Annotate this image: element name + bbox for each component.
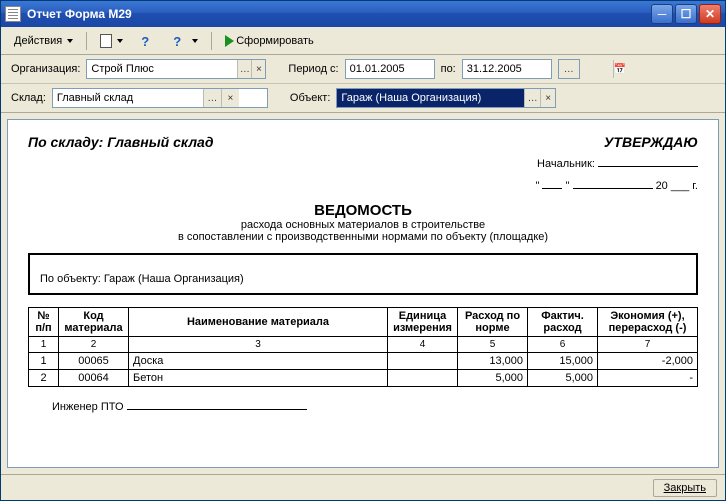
app-icon	[5, 6, 21, 22]
period-from-field[interactable]: 📅	[345, 59, 435, 79]
cell-name: Бетон	[129, 370, 388, 387]
org-clear-button[interactable]: ×	[251, 60, 265, 78]
table-row: 2 00064 Бетон 5,000 5,000 -	[29, 370, 698, 387]
signature-line	[598, 166, 698, 167]
cell-unit	[388, 353, 458, 370]
org-select-button[interactable]: …	[237, 60, 251, 78]
period-to-input[interactable]	[463, 60, 613, 78]
more-help-button[interactable]: ?	[166, 31, 205, 51]
report-title: ВЕДОМОСТЬ	[28, 202, 698, 219]
cell-econ: -	[598, 370, 698, 387]
org-label: Организация:	[11, 63, 80, 75]
date-month-line	[573, 188, 653, 189]
report-subtitle-1: расхода основных материалов в строительс…	[28, 219, 698, 231]
col-econ: Экономия (+), перерасход (-)	[598, 308, 698, 337]
cell-unit	[388, 370, 458, 387]
idx-2: 2	[59, 337, 129, 353]
idx-6: 6	[528, 337, 598, 353]
period-to-field[interactable]: 📅	[462, 59, 552, 79]
cell-name: Доска	[129, 353, 388, 370]
cell-code: 00064	[59, 370, 129, 387]
run-label: Сформировать	[236, 35, 314, 47]
warehouse-field[interactable]: … ×	[52, 88, 268, 108]
col-unit: Единица измерения	[388, 308, 458, 337]
cell-n: 2	[29, 370, 59, 387]
maximize-button[interactable]: ☐	[675, 4, 697, 24]
cell-norm: 13,000	[458, 353, 528, 370]
org-input[interactable]	[87, 60, 237, 78]
idx-3: 3	[129, 337, 388, 353]
warehouse-label: Склад:	[11, 92, 46, 104]
period-extra-button[interactable]: …	[558, 59, 580, 79]
date-day-line	[542, 188, 562, 189]
calendar-to-button[interactable]: 📅	[613, 60, 626, 78]
org-field[interactable]: … ×	[86, 59, 266, 79]
ellipsis-icon[interactable]: …	[559, 60, 579, 78]
toolbar: Действия ? ? Сформировать	[1, 27, 725, 55]
report-subtitle-2: в сопоставлении с производственными норм…	[28, 231, 698, 243]
object-input[interactable]	[337, 89, 524, 107]
date-quote-open: "	[536, 180, 540, 192]
object-box-text: По объекту: Гараж (Наша Организация)	[40, 273, 244, 285]
by-warehouse-text: По складу: Главный склад	[28, 134, 213, 192]
cell-norm: 5,000	[458, 370, 528, 387]
cell-fact: 15,000	[528, 353, 598, 370]
object-label: Объект:	[290, 92, 331, 104]
actions-menu[interactable]: Действия	[7, 32, 80, 50]
settings-button[interactable]	[93, 31, 130, 51]
close-button[interactable]: Закрыть	[653, 479, 717, 497]
close-label: Закрыть	[664, 482, 706, 494]
report-area: По складу: Главный склад УТВЕРЖДАЮ Начал…	[7, 119, 719, 468]
chevron-down-icon	[192, 39, 198, 43]
run-button[interactable]: Сформировать	[218, 32, 321, 50]
object-select-button[interactable]: …	[524, 89, 539, 107]
approve-label: УТВЕРЖДАЮ	[536, 134, 699, 150]
idx-4: 4	[388, 337, 458, 353]
help-button[interactable]: ?	[134, 31, 162, 51]
filter-row-1: Организация: … × Период с: 📅 по: 📅 …	[1, 55, 725, 84]
play-icon	[225, 35, 234, 47]
object-field[interactable]: … ×	[336, 88, 556, 108]
date-year-tail: 20 ___ г.	[656, 180, 698, 192]
engineer-label: Инженер ПТО	[52, 401, 124, 413]
window-title: Отчет Форма М29	[27, 7, 132, 21]
object-box: По объекту: Гараж (Наша Организация)	[28, 253, 698, 295]
page-icon	[100, 34, 112, 48]
titlebar: Отчет Форма М29 ─ ☐ ✕	[1, 1, 725, 27]
object-clear-button[interactable]: ×	[540, 89, 555, 107]
col-fact: Фактич. расход	[528, 308, 598, 337]
warehouse-input[interactable]	[53, 89, 203, 107]
col-code: Код материала	[59, 308, 129, 337]
warehouse-select-button[interactable]: …	[203, 89, 221, 107]
separator	[211, 32, 212, 50]
period-label: Период с:	[288, 63, 338, 75]
cell-n: 1	[29, 353, 59, 370]
idx-7: 7	[598, 337, 698, 353]
separator	[86, 32, 87, 50]
filter-row-2: Склад: … × Объект: … ×	[1, 84, 725, 113]
cell-code: 00065	[59, 353, 129, 370]
minimize-button[interactable]: ─	[651, 4, 673, 24]
materials-table: № п/п Код материала Наименование материа…	[28, 307, 698, 387]
col-n: № п/п	[29, 308, 59, 337]
date-quote-close: "	[566, 180, 570, 192]
chevron-down-icon	[67, 39, 73, 43]
actions-label: Действия	[14, 35, 62, 47]
period-to-label: по:	[441, 63, 456, 75]
close-window-button[interactable]: ✕	[699, 4, 721, 24]
col-norm: Расход по норме	[458, 308, 528, 337]
cell-econ: -2,000	[598, 353, 698, 370]
chevron-down-icon	[117, 39, 123, 43]
chief-label: Начальник:	[537, 158, 595, 170]
idx-1: 1	[29, 337, 59, 353]
cell-fact: 5,000	[528, 370, 598, 387]
table-row: 1 00065 Доска 13,000 15,000 -2,000	[29, 353, 698, 370]
idx-5: 5	[458, 337, 528, 353]
col-name: Наименование материала	[129, 308, 388, 337]
engineer-signature-line	[127, 409, 307, 410]
warehouse-clear-button[interactable]: ×	[221, 89, 239, 107]
statusbar: Закрыть	[1, 474, 725, 500]
help-icon: ?	[173, 34, 187, 48]
help-icon: ?	[141, 34, 155, 48]
